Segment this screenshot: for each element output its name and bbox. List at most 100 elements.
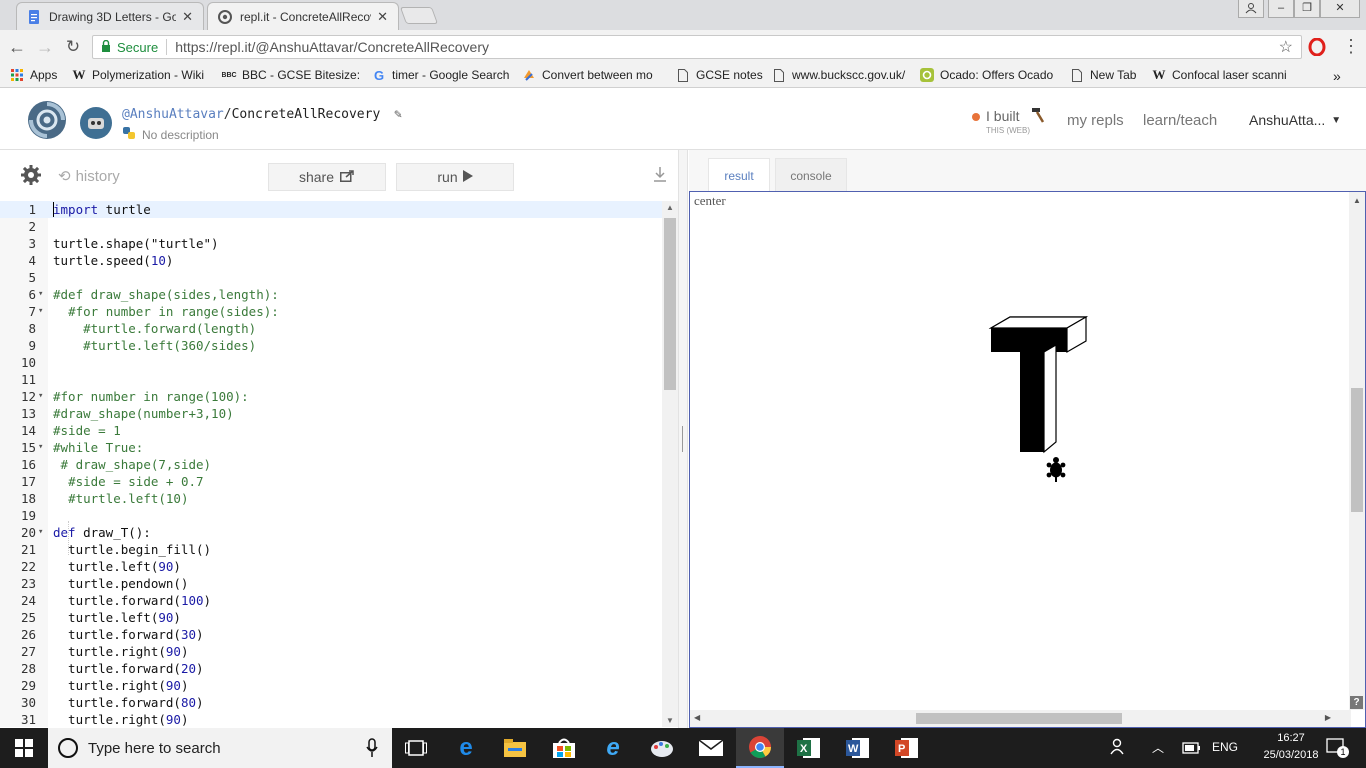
code-line[interactable]: 11 — [0, 371, 662, 388]
repl-username-link[interactable]: @AnshuAttavar — [122, 107, 224, 122]
close-window-icon[interactable]: ✕ — [1320, 0, 1360, 18]
scroll-up-icon[interactable]: ▲ — [666, 203, 674, 212]
address-bar[interactable]: Secure https://repl.it/@AnshuAttavar/Con… — [92, 35, 1302, 59]
word-icon[interactable]: W — [834, 728, 882, 768]
code-line[interactable]: 18 #turtle.left(10) — [0, 490, 662, 507]
code-line[interactable]: 7 ▾ #for number in range(sides): — [0, 303, 662, 320]
file-explorer-icon[interactable] — [491, 728, 539, 768]
tab-close-icon[interactable]: ✕ — [182, 9, 193, 25]
history-button[interactable]: ⟲ history — [58, 167, 120, 186]
code-line[interactable]: 15 ▾ #while True: — [0, 439, 662, 456]
new-tab-button[interactable] — [399, 7, 439, 24]
code-line[interactable]: 5 — [0, 269, 662, 286]
nav-learn-teach[interactable]: learn/teach — [1143, 112, 1217, 129]
store-icon[interactable] — [540, 728, 588, 768]
canvas-hscrollbar[interactable]: ◀ ▶ — [690, 710, 1351, 727]
edge-icon[interactable]: e — [442, 728, 490, 768]
code-editor[interactable]: 1 import turtle 2 3 turtle.shape("turtle") 4 t… — [0, 201, 678, 727]
code-line[interactable]: 21 turtle.begin_fill() — [0, 541, 662, 558]
windows-start-icon[interactable] — [0, 728, 48, 768]
share-button[interactable]: share — [268, 163, 386, 191]
code-line[interactable]: 22 turtle.left(90) — [0, 558, 662, 575]
excel-icon[interactable]: X — [785, 728, 833, 768]
turtle-canvas[interactable]: center ▲ ? ◀ ▶ — [689, 191, 1366, 728]
star-icon[interactable]: ☆ — [1279, 37, 1293, 57]
scrollbar-thumb[interactable] — [916, 713, 1122, 724]
clock-time[interactable]: 16:27 — [1262, 732, 1320, 744]
paint-icon[interactable] — [638, 728, 686, 768]
code-line[interactable]: 28 turtle.forward(20) — [0, 660, 662, 677]
code-line[interactable]: 8 #turtle.forward(length) — [0, 320, 662, 337]
task-view-icon[interactable] — [392, 728, 440, 768]
fold-arrow-icon[interactable]: ▾ — [38, 303, 43, 320]
bookmark-new-tab[interactable]: New Tab — [1070, 68, 1136, 82]
tab-close-icon[interactable]: ✕ — [377, 9, 388, 25]
nav-my-repls[interactable]: my repls — [1067, 112, 1124, 129]
scroll-up-icon[interactable]: ▲ — [1353, 196, 1361, 205]
reload-icon[interactable]: ↻ — [62, 36, 84, 58]
bookmark-buckscc[interactable]: www.buckscc.gov.uk/ — [772, 68, 907, 82]
tab-result[interactable]: result — [708, 158, 770, 192]
language-indicator[interactable]: ENG — [1212, 740, 1238, 754]
tab-console[interactable]: console — [775, 158, 847, 192]
pencil-icon[interactable]: ✎ — [394, 107, 402, 122]
editor-scrollbar[interactable]: ▲ ▼ — [662, 201, 678, 727]
code-line[interactable]: 24 turtle.forward(100) — [0, 592, 662, 609]
code-line[interactable]: 12 ▾ #for number in range(100): — [0, 388, 662, 405]
code-line[interactable]: 27 turtle.right(90) — [0, 643, 662, 660]
code-line[interactable]: 17 #side = side + 0.7 — [0, 473, 662, 490]
scrollbar-thumb[interactable] — [1351, 388, 1363, 512]
scroll-right-icon[interactable]: ▶ — [1325, 713, 1331, 722]
code-line[interactable]: 1 import turtle — [0, 201, 662, 218]
battery-icon[interactable] — [1182, 741, 1202, 758]
opera-icon[interactable] — [1308, 37, 1326, 57]
pane-splitter[interactable] — [678, 150, 688, 728]
tab-repl[interactable]: repl.it - ConcreteAllRecov ✕ — [207, 2, 399, 30]
fold-arrow-icon[interactable]: ▾ — [38, 286, 43, 303]
code-line[interactable]: 26 turtle.forward(30) — [0, 626, 662, 643]
bookmark-bbc[interactable]: BBC BBC - GCSE Bitesize: I — [222, 68, 360, 82]
fold-arrow-icon[interactable]: ▾ — [38, 524, 43, 541]
internet-explorer-icon[interactable]: e — [589, 728, 637, 768]
code-line[interactable]: 13 #draw_shape(number+3,10) — [0, 405, 662, 422]
code-line[interactable]: 20 ▾ def draw_T(): — [0, 524, 662, 541]
taskbar-search-box[interactable]: Type here to search — [48, 728, 392, 768]
bookmark-timer[interactable]: G timer - Google Search — [372, 68, 510, 82]
microphone-icon[interactable] — [366, 738, 378, 761]
code-line[interactable]: 10 — [0, 354, 662, 371]
scroll-down-icon[interactable]: ▼ — [666, 716, 674, 725]
bookmark-convert[interactable]: Convert between mo — [522, 68, 660, 82]
profile-icon[interactable] — [1238, 0, 1264, 18]
bookmark-confocal[interactable]: W Confocal laser scanni — [1152, 68, 1290, 82]
download-icon[interactable] — [652, 166, 668, 187]
minimize-icon[interactable]: – — [1268, 0, 1294, 18]
help-button[interactable]: ? — [1350, 696, 1363, 709]
chrome-taskbar-icon[interactable] — [736, 728, 784, 768]
fold-arrow-icon[interactable]: ▾ — [38, 388, 43, 405]
menu-kebab-icon[interactable]: ⋮ — [1342, 36, 1360, 57]
code-line[interactable]: 6 ▾ #def draw_shape(sides,length): — [0, 286, 662, 303]
code-line[interactable]: 4 turtle.speed(10) — [0, 252, 662, 269]
tray-chevron-icon[interactable]: ︿ — [1152, 739, 1164, 756]
code-line[interactable]: 3 turtle.shape("turtle") — [0, 235, 662, 252]
code-line[interactable]: 25 turtle.left(90) — [0, 609, 662, 626]
code-line[interactable]: 2 — [0, 218, 662, 235]
scroll-left-icon[interactable]: ◀ — [694, 713, 700, 722]
code-line[interactable]: 16 # draw_shape(7,side) — [0, 456, 662, 473]
mail-icon[interactable] — [687, 728, 735, 768]
back-arrow-icon[interactable]: ← — [6, 36, 28, 58]
avatar[interactable] — [80, 107, 112, 139]
code-line[interactable]: 30 turtle.forward(80) — [0, 694, 662, 711]
repl-name[interactable]: ConcreteAllRecovery — [232, 107, 381, 122]
bookmark-ocado[interactable]: Ocado: Offers Ocado — [920, 68, 1056, 82]
bookmark-polymerization[interactable]: W Polymerization - Wiki — [72, 68, 210, 82]
more-bookmarks-icon[interactable]: » — [1333, 68, 1341, 84]
code-line[interactable]: 31 turtle.right(90) — [0, 711, 662, 727]
bookmark-gcse-notes[interactable]: GCSE notes — [676, 68, 763, 82]
canvas-vscrollbar[interactable]: ▲ ? — [1349, 192, 1365, 710]
code-line[interactable]: 23 turtle.pendown() — [0, 575, 662, 592]
tab-docs[interactable]: Drawing 3D Letters - Goc ✕ — [16, 2, 204, 30]
forward-arrow-icon[interactable]: → — [34, 36, 56, 58]
run-button[interactable]: run — [396, 163, 514, 191]
gear-icon[interactable] — [20, 164, 42, 186]
